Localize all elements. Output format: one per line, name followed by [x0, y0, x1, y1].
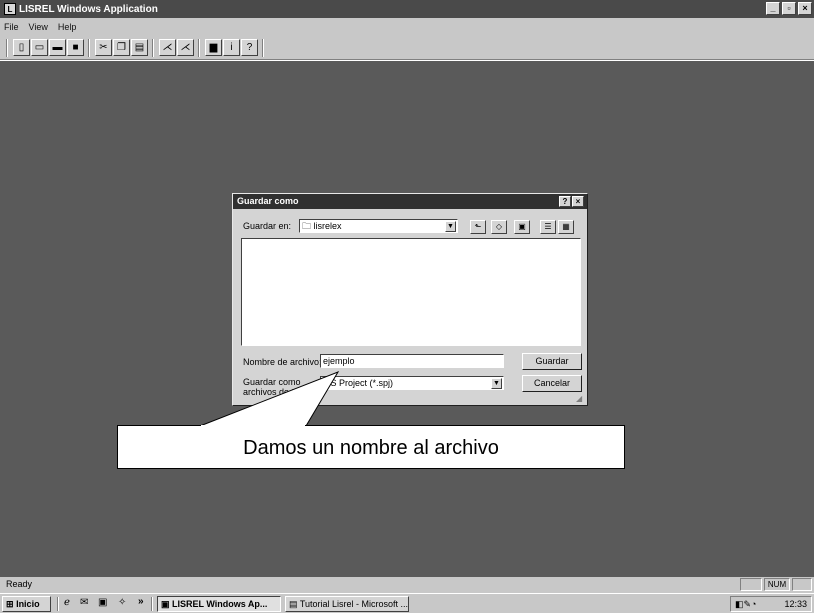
taskbar-separator [57, 597, 59, 611]
toolbar: ▯ ▭ ▬ ■ ✂ ❐ ▤ ⋌ ⋌ ▆ i ? [0, 36, 814, 60]
up-one-level-icon[interactable]: ⬑ [470, 220, 486, 234]
new-folder-icon[interactable]: ▣ [514, 220, 530, 234]
toolbar-separator [152, 39, 154, 57]
menu-view[interactable]: View [29, 22, 48, 32]
channels-icon[interactable]: ✧ [118, 597, 126, 608]
taskbar-separator [151, 597, 153, 611]
copy-icon[interactable]: ❐ [113, 39, 130, 56]
menu-file[interactable]: File [4, 22, 19, 32]
windows-logo-icon: ⊞ [6, 599, 14, 609]
save-in-label: Guardar en: [243, 221, 292, 231]
status-indicator-empty [792, 578, 812, 591]
start-button[interactable]: ⊞ Inicio [2, 596, 51, 612]
callout-box: Damos un nombre al archivo [117, 425, 625, 469]
details-view-icon[interactable]: ▦ [558, 220, 574, 234]
filetype-label-line2: archivos de tipo: [243, 387, 309, 397]
paste-icon[interactable]: ▤ [131, 39, 148, 56]
status-indicator-empty [740, 578, 762, 591]
taskbar-item-lisrel[interactable]: ▣ LISREL Windows Ap... [157, 596, 281, 612]
path-diagram-icon[interactable]: ⋌ [159, 39, 176, 56]
save-button[interactable]: Guardar [522, 353, 582, 370]
taskbar-item-lisrel-label: LISREL Windows Ap... [172, 599, 268, 609]
filename-label: Nombre de archivo: [243, 357, 322, 367]
folder-icon: 🗀 [302, 221, 312, 231]
filename-input[interactable]: ejemplo [320, 354, 504, 368]
minimize-button[interactable]: _ [766, 2, 780, 15]
cancel-button[interactable]: Cancelar [522, 375, 582, 392]
toolbar-separator [262, 39, 264, 57]
taskbar-item-word[interactable]: ▤ Tutorial Lisrel - Microsoft ... [285, 596, 409, 612]
toolbar-separator [198, 39, 200, 57]
menu-bar: File View Help [0, 18, 814, 36]
desktop-quicklaunch-icon[interactable]: ▣ [98, 597, 107, 608]
path-diagram-2-icon[interactable]: ⋌ [177, 39, 194, 56]
word-icon: ▤ [289, 599, 300, 609]
taskbar-item-word-label: Tutorial Lisrel - Microsoft ... [299, 599, 409, 609]
cut-icon[interactable]: ✂ [95, 39, 112, 56]
save-icon[interactable]: ■ [67, 39, 84, 56]
open-folder-icon[interactable]: ▬ [49, 39, 66, 56]
window-controls: _ ▫ × [766, 2, 812, 15]
save-as-dialog: Guardar como ? × Guardar en: 🗀 lisrelex … [232, 193, 588, 406]
app-title-bar: L LISREL Windows Application _ ▫ × [0, 0, 814, 18]
toolbar-separator [6, 39, 8, 57]
tray-icons[interactable]: ◧✎◔ [735, 597, 756, 611]
dialog-help-button[interactable]: ? [559, 196, 571, 207]
maximize-button[interactable]: ▫ [782, 2, 796, 15]
save-in-dropdown[interactable]: 🗀 lisrelex ▼ [299, 219, 458, 233]
save-in-value: lisrelex [313, 221, 342, 231]
status-text: Ready [6, 579, 33, 589]
outlook-icon[interactable]: ✉ [80, 597, 88, 608]
info-icon[interactable]: i [223, 39, 240, 56]
lisrel-app-icon[interactable]: L [4, 3, 16, 15]
dialog-title-bar: Guardar como ? × [233, 194, 587, 209]
dialog-title: Guardar como [237, 196, 299, 206]
system-tray: ◧✎◔ 12:33 [730, 596, 812, 612]
start-label: Inicio [16, 599, 40, 609]
filetype-label-line1: Guardar como [243, 377, 301, 387]
print-icon[interactable]: ▆ [205, 39, 222, 56]
toolbar-separator [88, 39, 90, 57]
list-view-icon[interactable]: ☰ [540, 220, 556, 234]
app-title: LISREL Windows Application [19, 3, 158, 15]
more-icon[interactable]: » [138, 596, 144, 607]
menu-help[interactable]: Help [58, 22, 77, 32]
close-button[interactable]: × [798, 2, 812, 15]
file-list[interactable] [241, 238, 581, 346]
chevron-down-icon[interactable]: ▼ [445, 221, 456, 232]
filetype-value: LIS Project (*.spj) [323, 378, 394, 388]
ie-icon[interactable]: ℯ [64, 597, 70, 608]
desktop-icon[interactable]: ◇ [491, 220, 507, 234]
dialog-close-button[interactable]: × [572, 196, 584, 207]
resize-grip-icon[interactable]: ◢ [576, 394, 586, 404]
status-bar: Ready NUM [0, 577, 814, 593]
open-icon[interactable]: ▭ [31, 39, 48, 56]
lisrel-app-icon: ▣ [161, 599, 173, 609]
help-icon[interactable]: ? [241, 39, 258, 56]
filetype-dropdown[interactable]: LIS Project (*.spj) ▼ [320, 376, 504, 390]
num-indicator: NUM [764, 578, 790, 591]
new-icon[interactable]: ▯ [13, 39, 30, 56]
clock: 12:33 [784, 599, 807, 609]
taskbar: ⊞ Inicio ℯ ✉ ▣ ✧ » ▣ LISREL Windows Ap..… [0, 593, 814, 613]
chevron-down-icon[interactable]: ▼ [491, 378, 502, 389]
